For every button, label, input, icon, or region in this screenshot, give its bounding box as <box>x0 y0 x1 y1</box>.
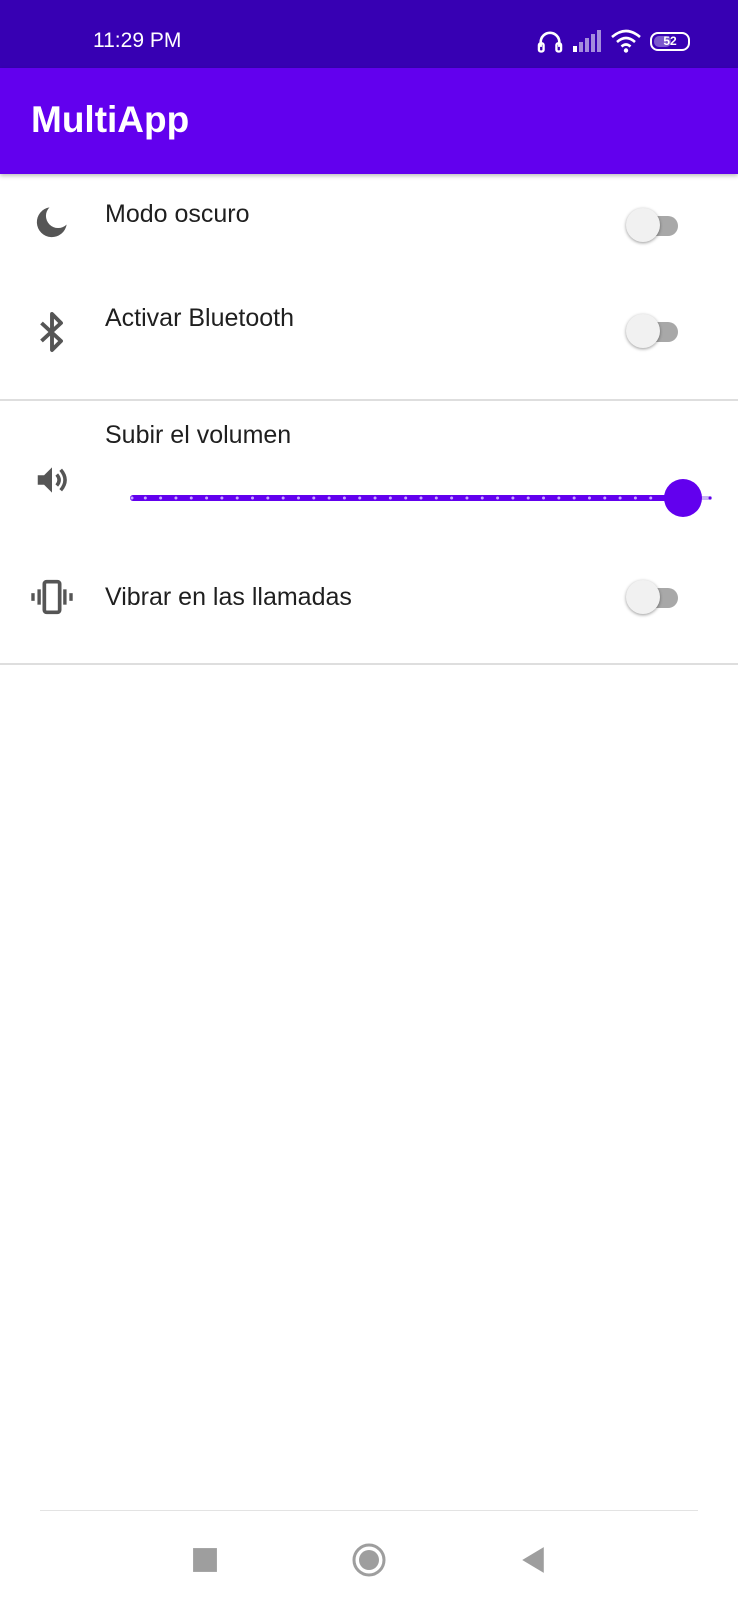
headset-icon <box>536 27 564 55</box>
slider-tick <box>708 496 712 500</box>
slider-tick <box>251 496 255 500</box>
slider-tick <box>511 496 515 500</box>
slider-tick <box>281 496 285 500</box>
app-title: MultiApp <box>31 99 190 140</box>
slider-tick <box>618 496 622 500</box>
battery-level: 52 <box>663 33 677 48</box>
section-divider <box>0 399 738 401</box>
signal-icon <box>572 29 602 53</box>
moon-icon <box>28 198 76 246</box>
status-icons: 52 <box>528 26 690 56</box>
bluetooth-label: Activar Bluetooth <box>105 304 294 332</box>
status-time: 11:29 PM <box>93 29 182 52</box>
volume-slider[interactable] <box>130 478 712 518</box>
slider-tick <box>296 496 300 500</box>
app-bar: MultiApp <box>0 68 738 174</box>
slider-tick <box>557 496 561 500</box>
slider-tick <box>434 496 438 500</box>
slider-tick <box>388 496 392 500</box>
volume-label: Subir el volumen <box>105 421 292 449</box>
switch-thumb <box>626 580 660 614</box>
system-nav-bar <box>0 1510 738 1600</box>
home-button[interactable] <box>349 1540 389 1580</box>
battery-icon: 52 <box>650 31 690 51</box>
slider-tick <box>603 496 607 500</box>
slider-tick <box>130 496 134 500</box>
slider-tick <box>542 496 546 500</box>
section-divider <box>0 663 738 665</box>
vibrate-icon <box>28 573 76 621</box>
switch-thumb <box>626 208 660 242</box>
circle-icon <box>352 1543 386 1577</box>
slider-tick <box>404 496 408 500</box>
slider-tick <box>649 496 653 500</box>
slider-tick <box>496 496 500 500</box>
speaker-icon <box>28 456 76 504</box>
slider-tick <box>342 496 346 500</box>
slider-tick <box>373 496 377 500</box>
slider-tick <box>358 496 362 500</box>
slider-tick <box>205 496 209 500</box>
slider-tick <box>526 496 530 500</box>
wifi-icon <box>610 28 642 54</box>
square-icon <box>193 1548 217 1572</box>
back-button[interactable] <box>513 1540 553 1580</box>
slider-tick <box>633 496 637 500</box>
slider-tick <box>312 496 316 500</box>
slider-tick <box>189 496 193 500</box>
bluetooth-icon <box>28 308 76 356</box>
slider-tick <box>220 496 224 500</box>
slider-tick <box>174 496 178 500</box>
nav-divider <box>40 1510 698 1511</box>
recents-button[interactable] <box>185 1540 225 1580</box>
slider-thumb[interactable] <box>663 479 702 517</box>
slider-tick <box>266 496 270 500</box>
slider-tick <box>235 496 239 500</box>
slider-tick <box>587 496 591 500</box>
slider-tick <box>327 496 331 500</box>
vibrate-label: Vibrar en las llamadas <box>105 583 352 611</box>
slider-tick <box>143 496 147 500</box>
slider-tick <box>480 496 484 500</box>
status-bar: 11:29 PM 52 <box>0 0 738 68</box>
dark-mode-switch[interactable] <box>624 205 688 245</box>
slider-tick <box>465 496 469 500</box>
bluetooth-switch[interactable] <box>624 311 688 351</box>
vibrate-switch[interactable] <box>624 577 688 617</box>
slider-tick <box>159 496 163 500</box>
switch-thumb <box>626 314 660 348</box>
slider-ticks <box>130 496 712 500</box>
dark-mode-label: Modo oscuro <box>105 200 250 228</box>
slider-tick <box>450 496 454 500</box>
slider-tick <box>572 496 576 500</box>
triangle-back-icon <box>522 1547 544 1573</box>
slider-tick <box>419 496 423 500</box>
